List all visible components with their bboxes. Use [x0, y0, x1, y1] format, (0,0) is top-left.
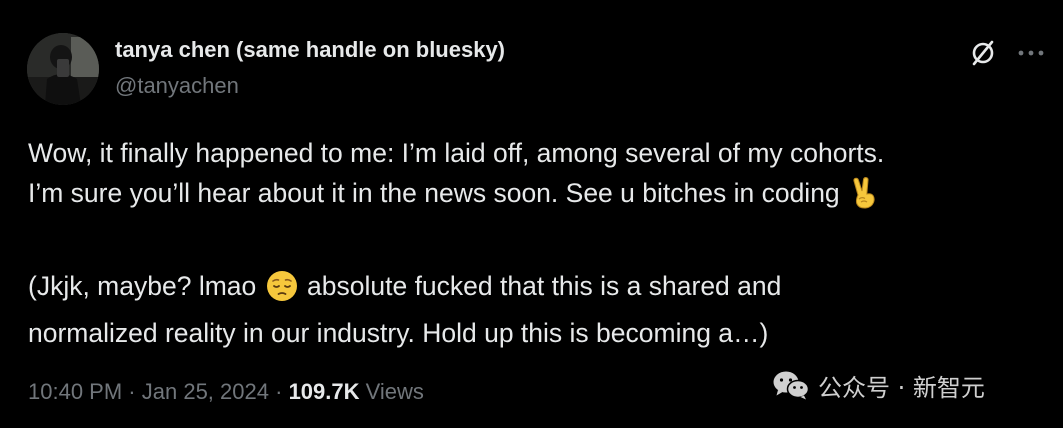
- tweet-line: I’m sure you’ll hear about it in the new…: [28, 173, 1053, 220]
- tweet-text: Wow, it finally happened to me: I’m laid…: [28, 133, 1053, 353]
- tweet-line-text: (Jkjk, maybe? lmao: [28, 271, 257, 301]
- tweet-meta: 10:40 PM · Jan 25, 2024 · 109.7K Views: [28, 379, 424, 405]
- watermark-text: 公众号 · 新智元: [818, 373, 985, 402]
- views-label[interactable]: Views: [366, 379, 424, 404]
- watermark: 公众号 · 新智元: [772, 366, 985, 404]
- profile-photo: [27, 33, 99, 105]
- victory-hand-emoji: [849, 177, 879, 220]
- meta-separator: ·: [128, 379, 136, 404]
- avatar[interactable]: [27, 33, 99, 105]
- tweet-line: (Jkjk, maybe? lmao absolute fucked that …: [28, 266, 1053, 313]
- grok-button[interactable]: [966, 36, 1000, 70]
- tweet-line: Wow, it finally happened to me: I’m laid…: [28, 138, 885, 168]
- tweet-date[interactable]: Jan 25, 2024: [142, 379, 269, 404]
- pensive-face-emoji: [266, 270, 298, 313]
- author-display-name[interactable]: tanya chen (same handle on bluesky): [115, 37, 505, 63]
- more-options-button[interactable]: [1014, 36, 1048, 70]
- views-count[interactable]: 109.7K: [289, 379, 360, 404]
- grok-icon: [972, 40, 994, 66]
- wechat-icon: [773, 371, 810, 400]
- tweet-line-text: I’m sure you’ll hear about it in the new…: [28, 178, 840, 208]
- meta-separator: ·: [275, 379, 283, 404]
- author-handle[interactable]: @tanyachen: [115, 73, 239, 99]
- tweet-line-text: absolute fucked that this is a shared an…: [307, 271, 782, 301]
- more-options-icon: [1018, 50, 1044, 56]
- tweet-time[interactable]: 10:40 PM: [28, 379, 122, 404]
- tweet-line: normalized reality in our industry. Hold…: [28, 318, 769, 348]
